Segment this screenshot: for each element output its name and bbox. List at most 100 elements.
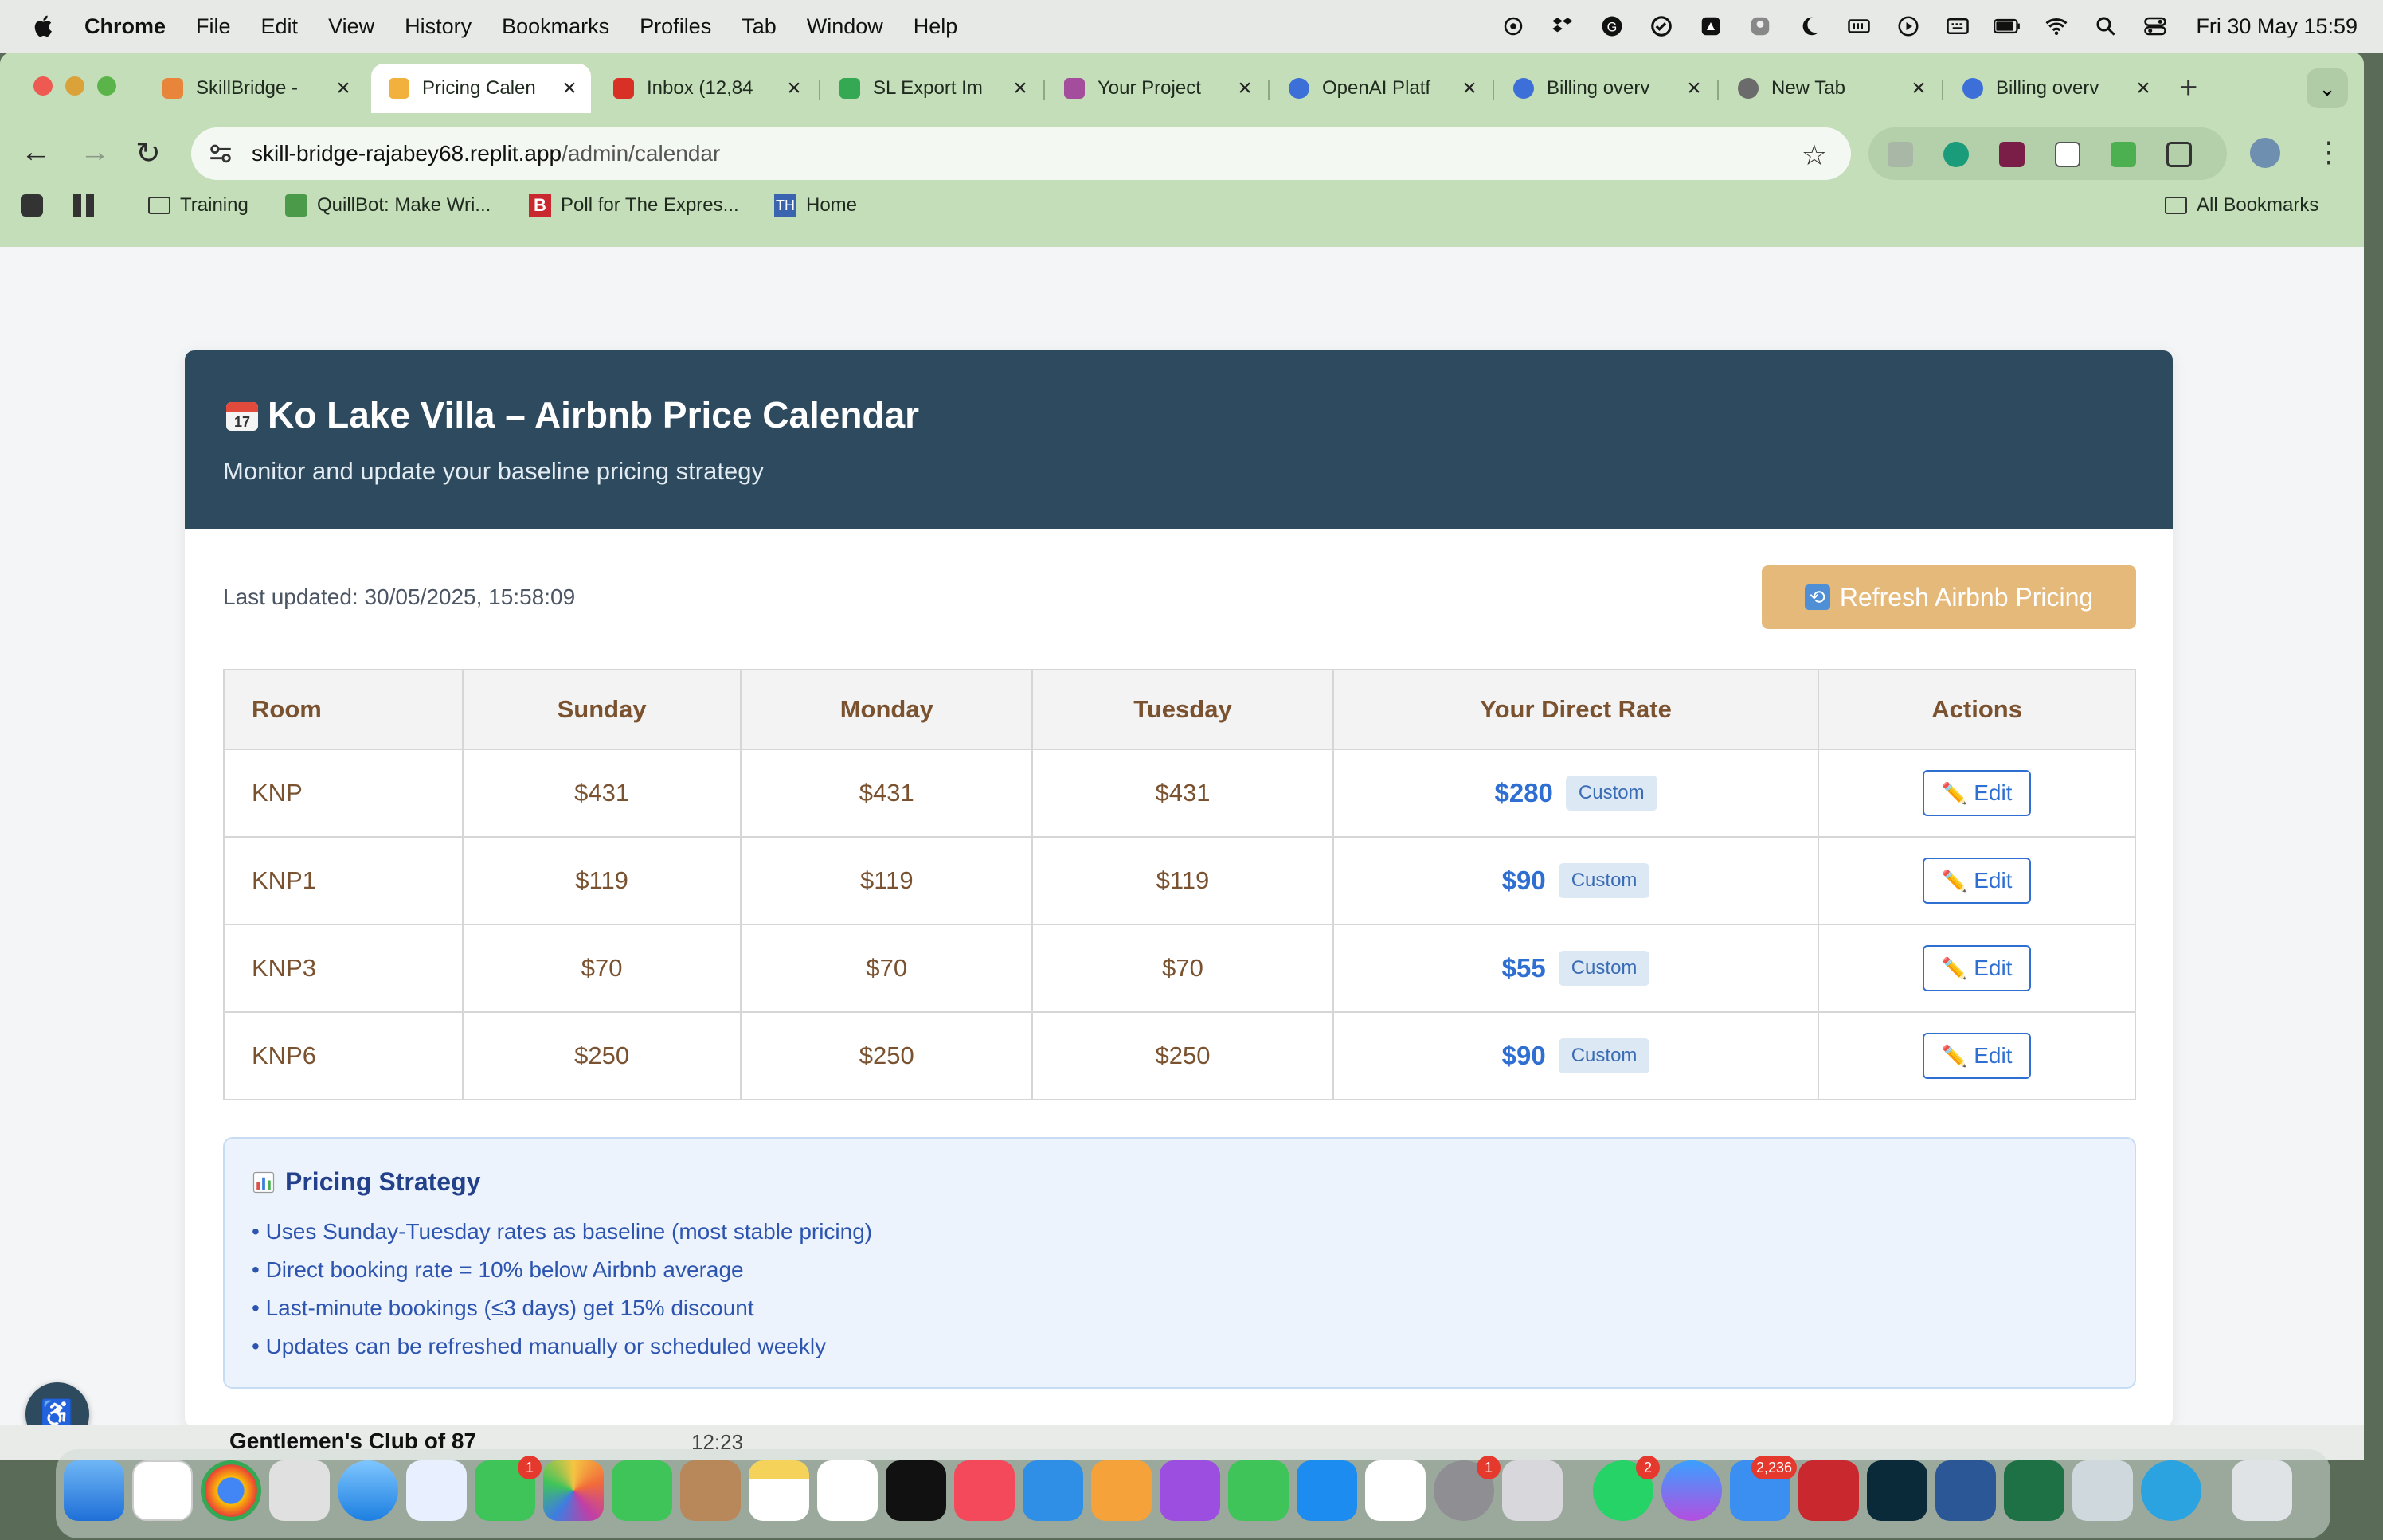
minimize-window-button[interactable] [65,76,84,96]
messenger-icon[interactable] [1661,1460,1722,1521]
word-icon[interactable] [1935,1460,1996,1521]
sheets-extension-icon[interactable] [2111,142,2136,167]
maps-icon[interactable] [406,1460,467,1521]
chatgpt-icon[interactable] [132,1460,193,1521]
system-settings-icon[interactable]: 1 [1434,1456,1501,1521]
launchpad-icon[interactable] [269,1460,330,1521]
iphone-mirroring-icon[interactable] [1502,1460,1563,1521]
pages-icon[interactable] [1091,1460,1152,1521]
telegram-icon[interactable] [2141,1460,2201,1521]
close-tab-icon[interactable]: × [781,75,808,102]
zoom-window-button[interactable] [97,76,116,96]
user-status-icon[interactable] [1747,14,1774,38]
menu-view[interactable]: View [328,14,374,39]
notes-icon[interactable] [749,1460,809,1521]
edit-button[interactable]: ✏️ Edit [1923,858,2032,904]
apple-tv-icon[interactable] [886,1460,946,1521]
extension-1-icon[interactable] [1888,142,1913,167]
new-tab-plus-icon[interactable]: + [2179,70,2197,106]
memory-status-icon[interactable] [1845,14,1872,38]
bookmark-home[interactable]: TH Home [774,194,857,217]
grammarly-status-icon[interactable]: G [1598,14,1626,38]
keyboard-status-icon[interactable] [1944,14,1971,38]
reminders-icon[interactable] [817,1460,878,1521]
drive-status-icon[interactable] [1697,14,1724,38]
chrome-icon[interactable] [201,1460,261,1521]
close-tab-icon[interactable]: × [330,75,357,102]
whatsapp-icon[interactable]: 2 [1593,1456,1660,1521]
perplexity-icon[interactable] [1867,1460,1927,1521]
facetime-icon[interactable] [612,1460,672,1521]
menu-history[interactable]: History [405,14,472,39]
photos-icon[interactable] [543,1460,604,1521]
safari-icon[interactable] [338,1460,398,1521]
numbers-icon[interactable] [1228,1460,1289,1521]
apple-logo-icon[interactable] [30,13,57,40]
excel-icon[interactable] [2004,1460,2064,1521]
tab-sl-export[interactable]: SL Export Im × [822,64,1042,113]
bookmark-star-icon[interactable]: ☆ [1802,139,1827,172]
chrome-menu-icon[interactable]: ⋮ [2315,135,2343,169]
trash-icon[interactable] [2232,1460,2292,1521]
edit-button[interactable]: ✏️ Edit [1923,1033,2032,1079]
tab-search-chevron-icon[interactable]: ⌄ [2307,68,2348,108]
reload-icon[interactable]: ↻ [135,135,161,171]
menu-tab[interactable]: Tab [742,14,777,39]
site-info-icon[interactable] [207,140,234,167]
acrobat-icon[interactable] [1798,1460,1859,1521]
close-tab-icon[interactable]: × [1905,75,1932,102]
address-bar[interactable]: skill-bridge-rajabey68.replit.app/admin/… [191,127,1851,180]
focus-moon-icon[interactable] [1796,14,1823,38]
t-extension-icon[interactable] [1999,142,2025,167]
dropbox-icon[interactable] [1549,14,1576,38]
tab-billing-overview-1[interactable]: Billing overv × [1496,64,1716,113]
apps-grid-icon[interactable] [73,194,96,217]
close-tab-icon[interactable]: × [2130,75,2157,102]
tab-your-project[interactable]: Your Project × [1047,64,1266,113]
podcasts-icon[interactable] [1160,1460,1220,1521]
close-tab-icon[interactable]: × [556,75,583,102]
messages-icon[interactable]: 1 [475,1456,542,1521]
tab-skillbridge[interactable]: SkillBridge - × [145,64,365,113]
preview-icon[interactable] [2072,1460,2133,1521]
tab-pricing-calendar[interactable]: Pricing Calen × [371,64,591,113]
close-tab-icon[interactable]: × [1456,75,1483,102]
menu-profiles[interactable]: Profiles [640,14,711,39]
edit-button[interactable]: ✏️ Edit [1923,945,2032,991]
bookmark-quillbot[interactable]: QuillBot: Make Wri... [285,194,491,217]
freeform-icon[interactable] [1365,1460,1426,1521]
tab-billing-overview-2[interactable]: Billing overv × [1945,64,2165,113]
grammarly-extension-icon[interactable] [1943,142,1969,167]
menu-bar-clock[interactable]: Fri 30 May 15:59 [2196,14,2358,39]
close-tab-icon[interactable]: × [1681,75,1708,102]
edit-button[interactable]: ✏️ Edit [1923,770,2032,816]
mail-icon[interactable]: 2,236 [1730,1456,1797,1521]
keynote-icon[interactable] [1023,1460,1083,1521]
back-arrow-icon[interactable]: ← [21,135,51,170]
profile-avatar[interactable] [2248,135,2283,170]
check-circle-icon[interactable] [1648,14,1675,38]
news-icon[interactable] [954,1460,1015,1521]
play-circle-icon[interactable] [1895,14,1922,38]
refresh-airbnb-pricing-button[interactable]: ⟲ Refresh Airbnb Pricing [1762,565,2136,629]
close-tab-icon[interactable]: × [1231,75,1258,102]
openai-status-icon[interactable] [1500,14,1527,38]
all-bookmarks[interactable]: All Bookmarks [2165,194,2318,217]
bookmark-training[interactable]: Training [148,194,248,217]
extensions-puzzle-icon[interactable] [2166,142,2192,167]
sidebar-toggle-icon[interactable] [21,194,43,217]
menu-bookmarks[interactable]: Bookmarks [502,14,609,39]
menu-app-name[interactable]: Chrome [84,14,166,39]
menu-edit[interactable]: Edit [261,14,299,39]
control-center-icon[interactable] [2142,14,2169,38]
close-window-button[interactable] [33,76,53,96]
tab-openai-platform[interactable]: OpenAI Platf × [1271,64,1491,113]
tab-inbox[interactable]: Inbox (12,84 × [596,64,816,113]
menu-window[interactable]: Window [807,14,883,39]
contacts-icon[interactable] [680,1460,741,1521]
app-store-icon[interactable] [1297,1460,1357,1521]
translate-extension-icon[interactable] [2055,142,2080,167]
close-tab-icon[interactable]: × [1007,75,1034,102]
spotlight-search-icon[interactable] [2092,14,2119,38]
wifi-icon[interactable] [2043,14,2070,38]
